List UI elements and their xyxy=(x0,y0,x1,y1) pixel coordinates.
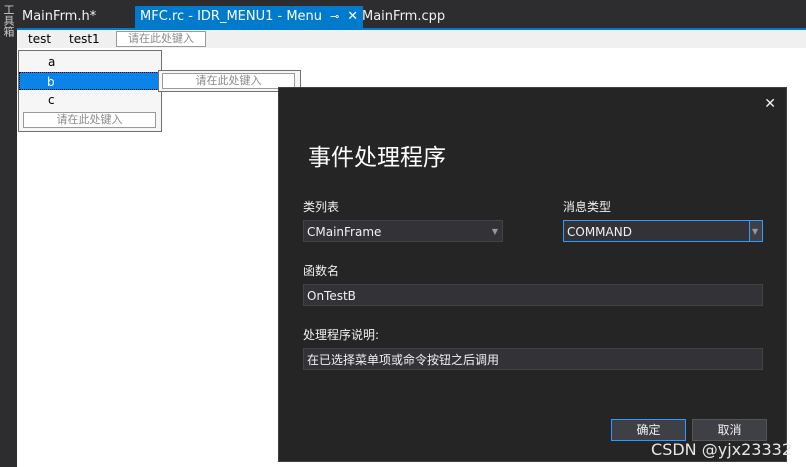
tab-mainfrm-cpp[interactable]: MainFrm.cpp xyxy=(357,6,450,28)
message-type-combo[interactable]: COMMAND ▼ xyxy=(563,220,763,242)
pin-icon[interactable]: ⊸ xyxy=(330,6,339,28)
dropdown-item-a[interactable]: a xyxy=(19,53,161,71)
document-tab-bar: MainFrm.h* MFC.rc - IDR_MENU1 - Menu ⊸ ✕ M… xyxy=(17,6,806,28)
dropdown-item-label: a xyxy=(48,55,56,69)
menu-item-test1[interactable]: test1 xyxy=(69,30,100,48)
dropdown-item-label: b xyxy=(47,75,55,89)
handler-desc-label: 处理程序说明: xyxy=(303,328,380,342)
tab-label: MainFrm.h* xyxy=(22,9,97,24)
ok-button[interactable]: 确定 xyxy=(611,419,686,441)
message-type-value: COMMAND xyxy=(567,225,632,239)
cancel-button[interactable]: 取消 xyxy=(692,419,767,441)
tab-mfc-rc-menu[interactable]: MFC.rc - IDR_MENU1 - Menu ⊸ ✕ xyxy=(135,6,364,28)
dropdown-item-c[interactable]: c xyxy=(19,91,161,109)
dropdown-item-b[interactable]: b xyxy=(19,72,161,90)
event-handler-dialog: ✕ 事件处理程序 类列表 CMainFrame ▼ 消息类型 COMMAND ▼… xyxy=(278,87,787,462)
menubar-type-here-input[interactable]: 请在此处键入 xyxy=(116,31,206,47)
function-name-input[interactable]: OnTestB xyxy=(303,284,763,306)
menu-bar: test test1 请在此处键入 xyxy=(17,30,806,48)
dropdown-item-label: c xyxy=(48,93,55,107)
toolbox-strip[interactable]: 工具箱 xyxy=(0,0,17,467)
toolbox-label[interactable]: 工具箱 xyxy=(2,4,15,37)
handler-desc-field: 在已选择菜单项或命令按钮之后调用 xyxy=(303,348,763,370)
class-list-value: CMainFrame xyxy=(307,225,382,239)
tab-label: MFC.rc - IDR_MENU1 - Menu xyxy=(140,9,323,24)
dialog-title: 事件处理程序 xyxy=(308,145,446,171)
watermark: CSDN @yjx23332 xyxy=(651,440,792,459)
close-icon[interactable]: ✕ xyxy=(764,96,776,112)
menu-item-test[interactable]: test xyxy=(28,30,51,48)
class-list-combo[interactable]: CMainFrame ▼ xyxy=(303,220,503,242)
submenu-type-here-input[interactable]: 请在此处键入 xyxy=(162,73,295,89)
chevron-down-icon: ▼ xyxy=(749,221,762,241)
chevron-down-icon: ▼ xyxy=(491,227,498,236)
canvas-edge xyxy=(787,87,806,462)
class-list-label: 类列表 xyxy=(303,200,340,214)
tab-label: MainFrm.cpp xyxy=(362,9,446,24)
message-type-label: 消息类型 xyxy=(563,200,612,214)
dropdown-menu: a b c 请在此处键入 xyxy=(18,50,162,132)
function-name-label: 函数名 xyxy=(303,264,340,278)
tab-mainfrm-h[interactable]: MainFrm.h* xyxy=(17,6,101,28)
dropdown-type-here-input[interactable]: 请在此处键入 xyxy=(23,112,156,128)
